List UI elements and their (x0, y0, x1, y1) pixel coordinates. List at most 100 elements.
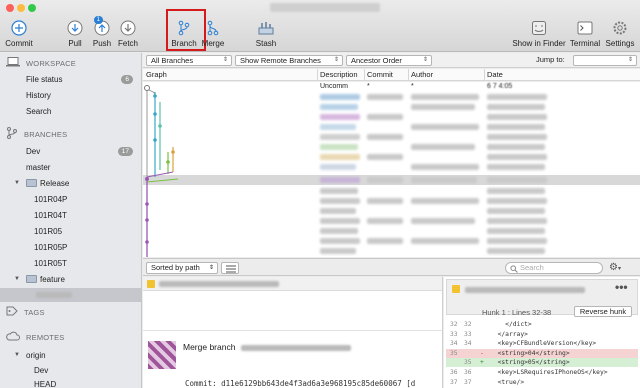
sidebar-item-branch-dev[interactable]: Dev 17 (0, 144, 141, 158)
minimize-window-button[interactable] (17, 4, 25, 12)
diff-line[interactable]: 34 34 <key>CFBundleVersion</key> (446, 339, 638, 348)
sidebar-item-branch-master[interactable]: master (0, 160, 141, 174)
more-options-icon[interactable]: ••• (615, 280, 628, 294)
chevron-updown-icon: ⇕ (422, 57, 428, 63)
sidebar-item-remote-dev[interactable]: Dev (0, 363, 141, 377)
history-table-header: Graph Description Commit Author Date (143, 69, 640, 81)
remote-branches-select[interactable]: Show Remote Branches ⇕ (235, 55, 343, 66)
diff-code: </array> (490, 330, 528, 338)
reverse-hunk-button[interactable]: Reverse hunk (574, 306, 632, 317)
remotes-header: REMOTES (6, 330, 65, 344)
column-commit[interactable]: Commit (367, 70, 393, 79)
file-row-header[interactable] (143, 277, 442, 291)
sidebar-folder-release[interactable]: ▼ Release (0, 176, 141, 190)
zoom-window-button[interactable] (28, 4, 36, 12)
history-table[interactable]: Uncomm * * 6 7 4:05 (143, 82, 640, 257)
settings-button[interactable]: Settings (598, 18, 640, 48)
gear-icon (610, 18, 630, 38)
commit-button[interactable]: Commit (0, 18, 41, 48)
sidebar-item-branch-101R05T[interactable]: 101R05T (0, 256, 141, 270)
merge-icon (203, 18, 223, 38)
uncommitted-date: 6 7 4:05 (487, 83, 513, 90)
diff-line[interactable]: 35 + <string>05</string> (446, 358, 638, 368)
sidebar-remote-origin[interactable]: ▼ origin (0, 348, 141, 362)
sidebar-item-search[interactable]: Search (0, 104, 141, 118)
modified-file-icon (147, 280, 155, 288)
column-description[interactable]: Description (320, 70, 358, 79)
column-author[interactable]: Author (411, 70, 433, 79)
folder-icon (26, 179, 37, 187)
uncommitted-description: Uncomm (320, 83, 349, 90)
diff-code: </dict> (490, 321, 532, 328)
diff-line[interactable]: 35 - <string>04</string> (446, 348, 638, 358)
file-status-count-badge: 6 (121, 74, 133, 84)
diff-code: <key>LSRequiresIPhoneOS</key> (490, 369, 608, 376)
fetch-button[interactable]: Fetch (106, 18, 150, 48)
laptop-icon (6, 57, 20, 69)
list-view-button[interactable] (221, 262, 239, 274)
diff-n2: 34 (464, 340, 472, 348)
column-divider[interactable] (364, 69, 365, 81)
disclosure-triangle-icon[interactable]: ▼ (14, 276, 20, 282)
column-graph[interactable]: Graph (146, 70, 167, 79)
show-in-finder-button[interactable]: Show in Finder (507, 18, 571, 48)
tag-icon (6, 306, 18, 318)
jump-to-select[interactable]: ⇕ (573, 55, 637, 66)
chevron-updown-icon: ⇕ (333, 57, 339, 63)
diff-n1: 34 (450, 340, 458, 348)
diff-line[interactable]: 36 36 <key>LSRequiresIPhoneOS</key> (446, 368, 638, 377)
diff-n1: 33 (450, 330, 458, 338)
sidebar-item-branch-101R04P[interactable]: 101R04P (0, 192, 141, 206)
diff-n2: 35 (464, 359, 472, 367)
diff-code: <true/> (490, 378, 525, 386)
author-avatar (148, 341, 176, 369)
uncommitted-commit: * (367, 83, 370, 90)
column-date[interactable]: Date (487, 70, 503, 79)
toolbar: Commit Pull 1 Push Fetch Branch Merge St… (0, 0, 640, 52)
sidebar-item-file-status[interactable]: File status 6 (0, 72, 141, 86)
file-options-gear-button[interactable]: ⚙▾ (609, 262, 635, 274)
modified-file-icon (452, 285, 460, 293)
fetch-icon (118, 18, 138, 38)
column-divider[interactable] (317, 69, 318, 81)
sidebar-item-branch-101R05[interactable]: 101R05 (0, 224, 141, 238)
filter-bar: All Branches ⇕ Show Remote Branches ⇕ Ance… (143, 53, 640, 68)
commit-graph (144, 85, 179, 257)
sidebar-folder-feature[interactable]: ▼ feature (0, 272, 141, 286)
branch-filter-select[interactable]: All Branches ⇕ (146, 55, 232, 66)
commit-details-pane: Merge branch Commit: d11e6129bb643de4f3a… (143, 277, 443, 388)
finder-icon (529, 18, 549, 38)
chevron-down-icon: ▾ (617, 266, 621, 272)
diff-line[interactable]: 33 33 </array> (446, 330, 638, 339)
sidebar-item-feature-branch-selected[interactable] (0, 288, 141, 302)
column-divider[interactable] (484, 69, 485, 81)
disclosure-triangle-icon[interactable]: ▼ (14, 180, 20, 186)
sort-by-path-select[interactable]: Sorted by path ⇕ (146, 262, 218, 274)
merge-button[interactable]: Merge (191, 18, 235, 48)
diff-n1: 37 (450, 378, 458, 386)
disclosure-triangle-icon[interactable]: ▼ (14, 352, 20, 358)
jump-to-label: Jump to: (536, 55, 565, 64)
sidebar-item-branch-101R04T[interactable]: 101R04T (0, 208, 141, 222)
plus-circle-icon (9, 18, 29, 38)
diff-sg: + (480, 359, 484, 367)
sidebar-item-history[interactable]: History (0, 88, 141, 102)
diff-line[interactable]: 32 32 </dict> (446, 320, 638, 329)
chevron-updown-icon: ⇕ (208, 265, 214, 271)
column-divider[interactable] (408, 69, 409, 81)
sidebar: WORKSPACE File status 6 History Search B… (0, 53, 142, 388)
order-select[interactable]: Ancestor Order ⇕ (346, 55, 432, 66)
diff-sg: - (480, 349, 484, 357)
sidebar-item-remote-head[interactable]: HEAD (0, 377, 141, 388)
sidebar-item-branch-101R05P[interactable]: 101R05P (0, 240, 141, 254)
stash-icon (256, 18, 276, 38)
push-count-badge: 1 (93, 16, 103, 24)
diff-line[interactable]: 37 37 <true/> (446, 378, 638, 387)
hunk-label: Hunk 1 : Lines 32-38 (482, 308, 552, 317)
stash-button[interactable]: Stash (244, 18, 288, 48)
close-window-button[interactable] (6, 4, 14, 12)
file-search-input[interactable]: Search (505, 262, 603, 274)
diff-pane: ••• Hunk 1 : Lines 32-38 Reverse hunk 32… (444, 277, 640, 388)
branch-icon (6, 127, 18, 141)
diff-n1: 35 (450, 349, 458, 357)
